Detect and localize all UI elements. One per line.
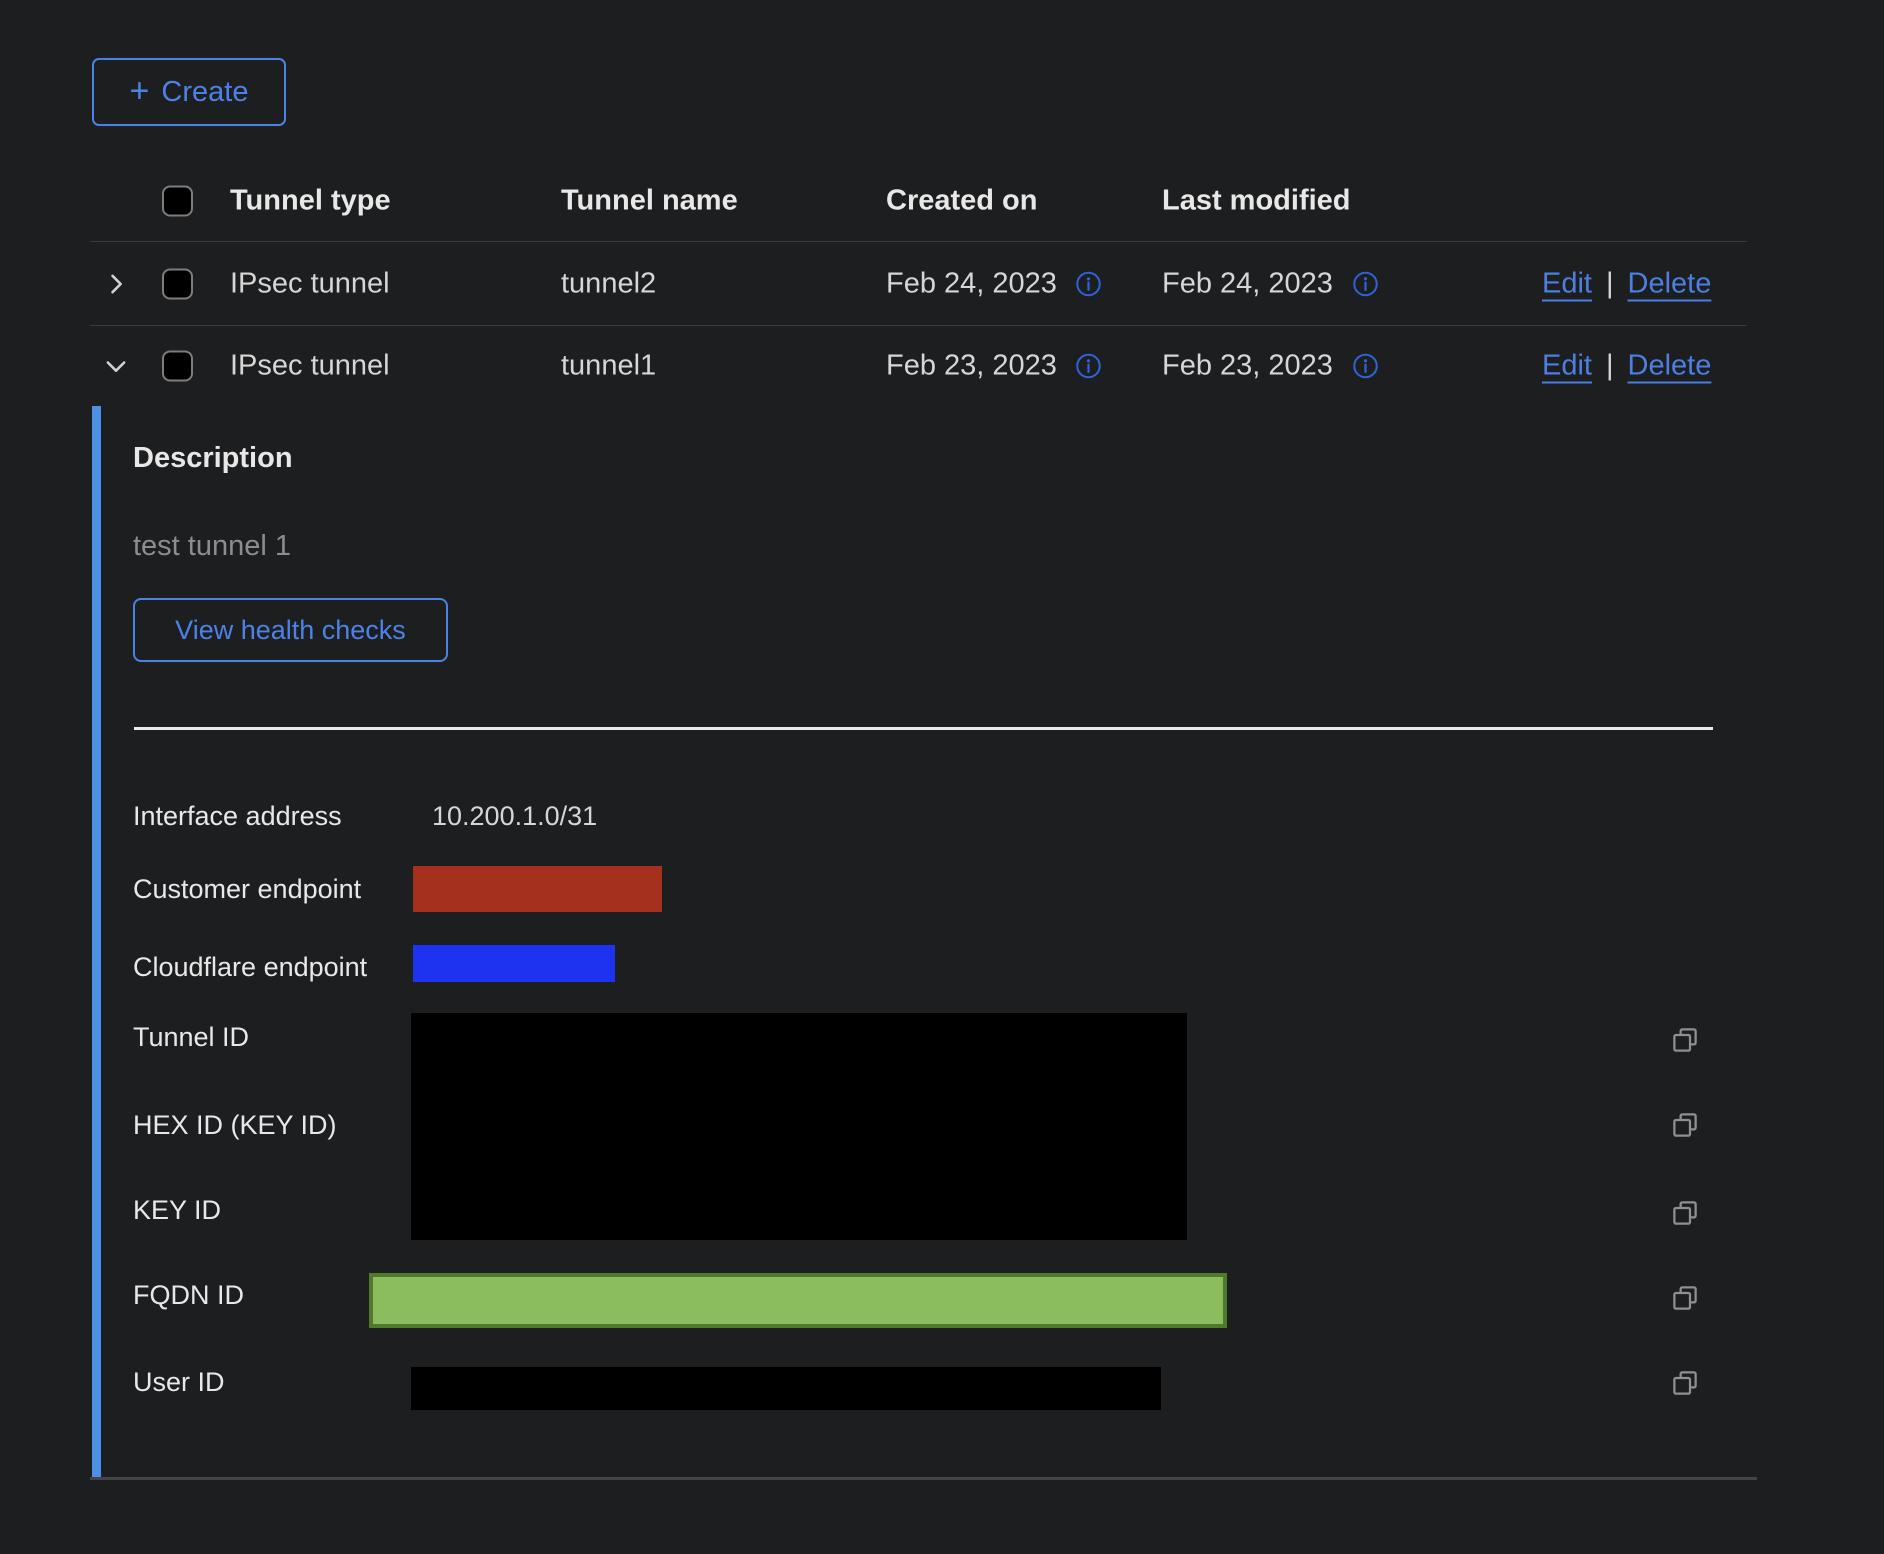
redacted-fqdn-id	[369, 1273, 1227, 1328]
copy-fqdn-id-button[interactable]	[1668, 1281, 1702, 1315]
expanded-panel: Description test tunnel 1 View health ch…	[92, 406, 1757, 1477]
field-value-interface-address: 10.200.1.0/31	[432, 801, 597, 832]
copy-icon	[1670, 1368, 1700, 1398]
created-on-cell: Feb 24, 2023	[886, 267, 1057, 300]
tunnel-name-cell: tunnel2	[561, 267, 656, 300]
tunnel-name-cell: tunnel1	[561, 350, 656, 383]
info-icon	[1352, 353, 1379, 380]
field-label-user-id: User ID	[133, 1367, 225, 1398]
table-header-row: Tunnel type Tunnel name Created on Last …	[90, 160, 1747, 241]
chevron-down-icon	[102, 352, 130, 380]
edit-link[interactable]: Edit	[1542, 350, 1592, 383]
action-separator: |	[1606, 350, 1614, 383]
field-label-hex-id: HEX ID (KEY ID)	[133, 1110, 337, 1141]
create-button-label: Create	[161, 76, 248, 109]
last-modified-cell: Feb 23, 2023	[1162, 350, 1333, 383]
select-all-checkbox[interactable]	[162, 185, 193, 216]
tunnels-table: Tunnel type Tunnel name Created on Last …	[90, 160, 1747, 406]
last-modified-info-button[interactable]	[1352, 353, 1379, 380]
field-label-customer-endpoint: Customer endpoint	[133, 874, 361, 905]
delete-link[interactable]: Delete	[1628, 350, 1712, 383]
table-row: IPsec tunnel tunnel1 Feb 23, 2023 Feb 23…	[90, 325, 1747, 406]
table-row: IPsec tunnel tunnel2 Feb 24, 2023 Feb 24…	[90, 241, 1747, 325]
last-modified-info-button[interactable]	[1352, 270, 1379, 297]
action-separator: |	[1606, 267, 1614, 300]
copy-user-id-button[interactable]	[1668, 1366, 1702, 1400]
copy-icon	[1670, 1025, 1700, 1055]
create-button[interactable]: + Create	[92, 58, 286, 126]
expand-row-button[interactable]	[98, 266, 134, 302]
info-icon	[1075, 270, 1102, 297]
redacted-customer-endpoint	[413, 866, 662, 912]
expanded-indicator-bar	[92, 406, 101, 1477]
plus-icon: +	[130, 74, 150, 108]
info-icon	[1075, 353, 1102, 380]
last-modified-cell: Feb 24, 2023	[1162, 267, 1333, 300]
column-header-created-on: Created on	[886, 184, 1037, 217]
field-label-cloudflare-endpoint: Cloudflare endpoint	[133, 952, 367, 983]
field-label-key-id: KEY ID	[133, 1195, 221, 1226]
row-checkbox[interactable]	[162, 351, 193, 382]
copy-icon	[1670, 1110, 1700, 1140]
copy-icon	[1670, 1198, 1700, 1228]
delete-link[interactable]: Delete	[1628, 267, 1712, 300]
info-icon	[1352, 270, 1379, 297]
row-checkbox[interactable]	[162, 268, 193, 299]
copy-key-id-button[interactable]	[1668, 1196, 1702, 1230]
copy-hex-id-button[interactable]	[1668, 1108, 1702, 1142]
field-label-fqdn-id: FQDN ID	[133, 1280, 244, 1311]
column-header-tunnel-type: Tunnel type	[230, 184, 391, 217]
description-label: Description	[133, 442, 293, 475]
description-value: test tunnel 1	[133, 530, 291, 563]
created-on-cell: Feb 23, 2023	[886, 350, 1057, 383]
view-health-checks-button[interactable]: View health checks	[133, 598, 448, 662]
field-label-tunnel-id: Tunnel ID	[133, 1022, 249, 1053]
column-header-tunnel-name: Tunnel name	[561, 184, 738, 217]
created-on-info-button[interactable]	[1075, 270, 1102, 297]
copy-tunnel-id-button[interactable]	[1668, 1023, 1702, 1057]
redacted-cloudflare-endpoint	[413, 945, 615, 982]
edit-link[interactable]: Edit	[1542, 267, 1592, 300]
field-label-interface-address: Interface address	[133, 801, 342, 832]
redacted-ids-block	[411, 1013, 1187, 1240]
chevron-right-icon	[102, 270, 130, 298]
bottom-divider	[90, 1477, 1757, 1480]
created-on-info-button[interactable]	[1075, 353, 1102, 380]
redacted-user-id	[411, 1367, 1161, 1410]
tunnel-type-cell: IPsec tunnel	[230, 350, 390, 383]
collapse-row-button[interactable]	[98, 348, 134, 384]
tunnel-type-cell: IPsec tunnel	[230, 267, 390, 300]
section-divider	[134, 727, 1713, 730]
column-header-last-modified: Last modified	[1162, 184, 1351, 217]
copy-icon	[1670, 1283, 1700, 1313]
